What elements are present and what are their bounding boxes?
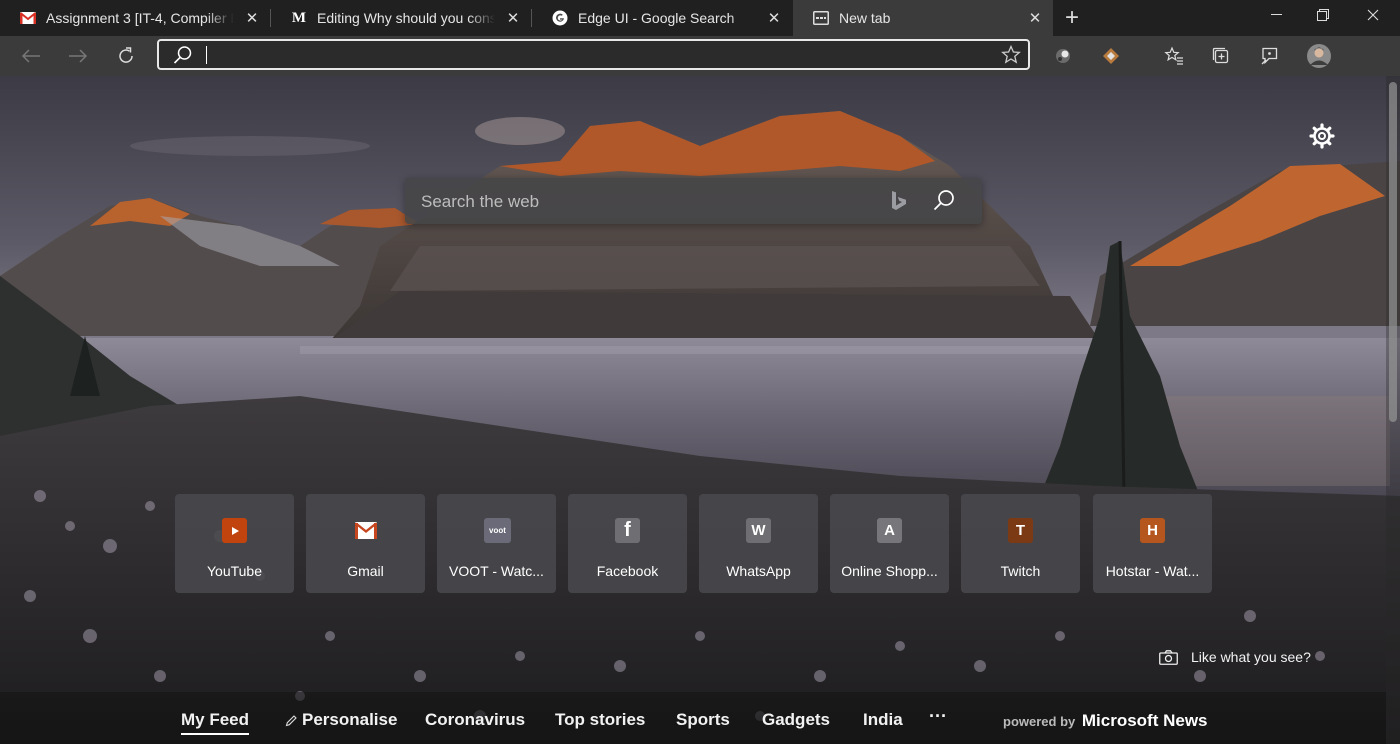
twitch-letter-icon: T bbox=[1008, 518, 1033, 543]
quick-link-label: VOOT - Watc... bbox=[449, 563, 544, 579]
tab-google-search[interactable]: Edge UI - Google Search ✕ bbox=[532, 0, 792, 36]
camera-icon bbox=[1159, 649, 1178, 665]
quick-link-online-shopping[interactable]: A Online Shopp... bbox=[830, 494, 949, 593]
profile-button[interactable] bbox=[1304, 41, 1334, 71]
gmail-icon bbox=[353, 518, 378, 543]
close-icon[interactable]: ✕ bbox=[766, 10, 782, 27]
close-icon[interactable]: ✕ bbox=[1027, 10, 1043, 27]
nav-india[interactable]: India bbox=[863, 710, 903, 730]
voot-icon: voot bbox=[484, 518, 511, 543]
nav-personalise[interactable]: Personalise bbox=[285, 710, 397, 730]
quick-link-hotstar[interactable]: H Hotstar - Wat... bbox=[1093, 494, 1212, 593]
nav-my-feed[interactable]: My Feed bbox=[181, 710, 250, 735]
tab-title: Editing Why should you consider bbox=[317, 10, 495, 26]
back-button[interactable] bbox=[16, 41, 46, 71]
quick-link-gmail[interactable]: Gmail bbox=[306, 494, 425, 593]
tab-new-tab[interactable]: New tab ✕ bbox=[793, 0, 1053, 36]
quick-link-label: Gmail bbox=[347, 563, 384, 579]
google-icon bbox=[552, 10, 568, 26]
tab-title: Assignment 3 [IT-4, Compiler Design] bbox=[46, 10, 234, 26]
news-feed-nav: My Feed Personalise Coronavirus Top stor… bbox=[0, 692, 1386, 744]
quick-link-label: Twitch bbox=[1000, 563, 1041, 579]
quick-links: YouTube Gmail voot VOOT - Watc... f Face… bbox=[175, 494, 1215, 594]
close-icon[interactable]: ✕ bbox=[505, 10, 521, 27]
gmail-icon bbox=[20, 10, 36, 26]
gear-icon bbox=[1309, 123, 1335, 149]
restore-icon bbox=[1317, 9, 1329, 21]
like-what-you-see-label: Like what you see? bbox=[1191, 649, 1311, 665]
page-settings-button[interactable] bbox=[1308, 122, 1336, 150]
bing-icon bbox=[890, 190, 908, 217]
pencil-icon bbox=[285, 714, 297, 726]
new-tab-page: YouTube Gmail voot VOOT - Watc... f Face… bbox=[0, 76, 1400, 744]
tab-title: New tab bbox=[839, 10, 891, 26]
quick-link-label: YouTube bbox=[206, 563, 262, 579]
forward-icon bbox=[69, 49, 88, 63]
collections-button[interactable] bbox=[1206, 41, 1236, 71]
feedback-icon bbox=[1261, 47, 1278, 65]
quick-link-label: Facebook bbox=[596, 563, 659, 579]
nav-top-stories[interactable]: Top stories bbox=[555, 710, 645, 730]
quick-link-twitch[interactable]: T Twitch bbox=[961, 494, 1080, 593]
tab-strip: Assignment 3 [IT-4, Compiler Design] ✕ M… bbox=[0, 0, 1400, 36]
microsoft-news-brand[interactable]: Microsoft News bbox=[1082, 711, 1208, 730]
quick-link-facebook[interactable]: f Facebook bbox=[568, 494, 687, 593]
web-search-input[interactable] bbox=[419, 190, 883, 214]
powered-by-label: powered by bbox=[1003, 714, 1076, 729]
close-window-button[interactable] bbox=[1350, 0, 1396, 30]
hotstar-letter-icon: H bbox=[1140, 518, 1165, 543]
quick-link-label: Hotstar - Wat... bbox=[1105, 563, 1200, 579]
tab-assignment[interactable]: Assignment 3 [IT-4, Compiler Design] ✕ bbox=[0, 0, 270, 36]
favorites-icon bbox=[1164, 46, 1183, 65]
quick-link-label: Online Shopp... bbox=[841, 563, 938, 579]
tab-title: Edge UI - Google Search bbox=[578, 10, 735, 26]
restore-button[interactable] bbox=[1300, 0, 1346, 30]
facebook-icon: f bbox=[615, 518, 640, 543]
powered-by: powered by Microsoft News bbox=[1003, 711, 1208, 731]
refresh-button[interactable] bbox=[111, 41, 141, 71]
new-tab-button[interactable]: + bbox=[1058, 4, 1086, 32]
nav-sports[interactable]: Sports bbox=[676, 710, 730, 730]
address-bar[interactable] bbox=[157, 39, 1030, 70]
refresh-icon bbox=[119, 47, 133, 63]
page-scrollbar[interactable] bbox=[1386, 76, 1400, 744]
online-shopping-letter-icon: A bbox=[877, 518, 902, 543]
quick-link-label: WhatsApp bbox=[726, 563, 791, 579]
close-icon[interactable]: ✕ bbox=[244, 10, 260, 27]
extension-2-button[interactable] bbox=[1096, 41, 1126, 71]
quick-link-voot[interactable]: voot VOOT - Watc... bbox=[437, 494, 556, 593]
scrollbar-thumb[interactable] bbox=[1389, 82, 1397, 422]
feedback-button[interactable] bbox=[1254, 41, 1284, 71]
forward-button[interactable] bbox=[63, 41, 93, 71]
close-icon bbox=[1367, 9, 1379, 21]
extension-1-icon bbox=[1056, 49, 1070, 63]
back-icon bbox=[21, 49, 40, 63]
extension-1-button[interactable] bbox=[1048, 41, 1078, 71]
search-icon[interactable] bbox=[932, 189, 956, 218]
toolbar bbox=[0, 36, 1400, 76]
nav-coronavirus[interactable]: Coronavirus bbox=[425, 710, 525, 730]
nav-gadgets[interactable]: Gadgets bbox=[762, 710, 830, 730]
nav-personalise-label: Personalise bbox=[302, 710, 398, 729]
minimize-icon bbox=[1271, 14, 1282, 15]
search-icon bbox=[173, 45, 193, 70]
favorites-button[interactable] bbox=[1159, 41, 1189, 71]
medium-icon: M bbox=[291, 9, 307, 26]
newtab-icon bbox=[813, 10, 829, 26]
tab-editing[interactable]: M Editing Why should you consider ✕ bbox=[271, 0, 531, 36]
quick-link-youtube[interactable]: YouTube bbox=[175, 494, 294, 593]
collections-icon bbox=[1212, 47, 1229, 64]
more-icon[interactable]: ··· bbox=[929, 706, 947, 727]
whatsapp-letter-icon: W bbox=[746, 518, 771, 543]
web-search-box[interactable] bbox=[405, 178, 982, 224]
youtube-icon bbox=[222, 518, 247, 543]
favorite-star-icon[interactable] bbox=[1001, 44, 1021, 70]
extension-2-icon bbox=[1103, 48, 1119, 64]
address-input[interactable] bbox=[205, 44, 989, 68]
like-what-you-see-button[interactable]: Like what you see? bbox=[1159, 649, 1311, 665]
background-landscape-image bbox=[0, 76, 1400, 744]
minimize-button[interactable] bbox=[1254, 0, 1300, 30]
quick-link-whatsapp[interactable]: W WhatsApp bbox=[699, 494, 818, 593]
profile-avatar bbox=[1307, 44, 1331, 68]
